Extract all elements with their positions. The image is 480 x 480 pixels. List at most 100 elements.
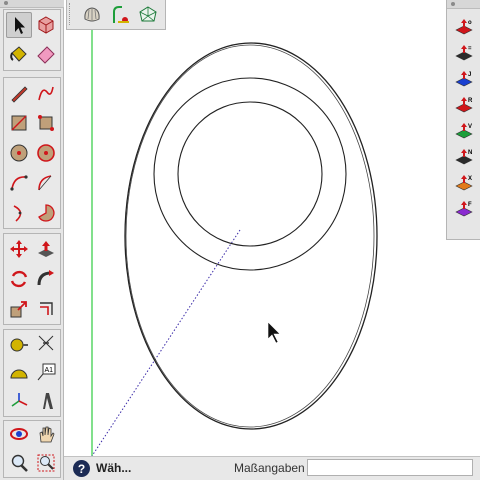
paint-bucket-button[interactable] (6, 41, 32, 67)
right-toolbar-grip[interactable] (447, 0, 480, 9)
view-n-icon: N (455, 149, 473, 165)
toolbar-grip[interactable] (69, 3, 75, 25)
left-tool-palette: A1 (0, 0, 64, 480)
view-f-icon: F (455, 201, 473, 217)
follow-me-button[interactable] (33, 266, 59, 292)
view-label: J (468, 72, 471, 78)
view-button-4[interactable]: V (451, 118, 477, 144)
zoom-window-button[interactable] (33, 450, 59, 476)
view-label: o (468, 20, 472, 26)
tape-measure-button[interactable] (6, 330, 32, 356)
tool-group-camera (3, 420, 61, 478)
push-pull-button[interactable] (33, 236, 59, 262)
arrow-cursor-icon (15, 17, 25, 34)
pie-tool-button[interactable] (33, 200, 59, 226)
offset-tool-button[interactable] (33, 296, 59, 322)
component-icon (38, 16, 54, 34)
two-point-arc-icon (38, 175, 52, 191)
measurements-input[interactable] (307, 459, 473, 476)
polygon-tool-button[interactable] (33, 140, 59, 166)
view-button-3[interactable]: R (451, 92, 477, 118)
move-tool-button[interactable] (6, 236, 32, 262)
orbit-icon (10, 428, 28, 440)
select-tool-button[interactable] (6, 12, 32, 38)
view-r-icon: R (455, 97, 473, 113)
hand-icon (39, 426, 55, 443)
tool-group-draw (3, 77, 61, 229)
follow-me-tool-button[interactable] (107, 2, 133, 28)
3d-text-button[interactable] (33, 388, 59, 414)
push-pull-icon (38, 241, 54, 257)
view-button-7[interactable]: F (451, 196, 477, 222)
view-button-0[interactable]: o (451, 14, 477, 40)
view-label: X (468, 176, 472, 182)
help-icon[interactable]: ? (73, 460, 90, 477)
middle-circle[interactable] (153, 77, 347, 271)
top-view-icon: = (455, 45, 473, 61)
circle-tool-button[interactable] (6, 140, 32, 166)
shell-tool-button[interactable] (79, 2, 105, 28)
follow-me-icon (113, 6, 129, 23)
component-options-icon: o (455, 19, 473, 35)
pencil-icon (11, 86, 28, 103)
view-label: N (468, 150, 472, 156)
model-view[interactable] (64, 0, 446, 456)
axes-icon (11, 393, 28, 407)
move-icon (10, 240, 28, 258)
component-tool-button[interactable] (33, 12, 59, 38)
view-label: V (468, 124, 472, 130)
pan-tool-button[interactable] (33, 421, 59, 447)
pie-icon (38, 204, 55, 222)
dimension-icon (38, 335, 54, 351)
two-point-arc-button[interactable] (33, 170, 59, 196)
svg-text:A1: A1 (45, 367, 54, 374)
intersect-icon (139, 6, 157, 22)
rotated-rectangle-button[interactable] (33, 110, 59, 136)
tool-group-construction: A1 (3, 329, 61, 417)
circle-icon (10, 144, 28, 162)
freehand-tool-button[interactable] (33, 80, 59, 106)
status-bar: ? Wäh... Maßangaben (64, 456, 480, 480)
view-x-icon: X (455, 175, 473, 191)
rotate-tool-button[interactable] (6, 266, 32, 292)
rectangle-icon (11, 115, 27, 131)
inner-circle[interactable] (177, 101, 323, 247)
text-tool-button[interactable]: A1 (33, 359, 59, 385)
shell-icon (84, 7, 100, 22)
zoom-tool-button[interactable] (6, 450, 32, 476)
polygon-icon (37, 144, 55, 162)
drawing-canvas[interactable] (64, 0, 446, 456)
text-label-icon: A1 (37, 363, 56, 381)
view-j-icon: J (455, 71, 473, 87)
dimension-tool-button[interactable] (33, 330, 59, 356)
mouse-cursor-icon (267, 321, 281, 344)
measurements-label: Maßangaben (234, 461, 305, 475)
view-button-5[interactable]: N (451, 144, 477, 170)
view-button-1[interactable]: = (451, 40, 477, 66)
intersect-tool-button[interactable] (135, 2, 161, 28)
view-v-icon: V (455, 123, 473, 139)
rectangle-tool-button[interactable] (6, 110, 32, 136)
view-label: R (468, 98, 473, 104)
scale-tool-button[interactable] (6, 296, 32, 322)
rotated-rectangle-icon (38, 115, 54, 131)
axes-tool-button[interactable] (6, 388, 32, 414)
view-button-2[interactable]: J (451, 66, 477, 92)
zoom-window-icon (37, 454, 55, 472)
rotate-icon (10, 270, 28, 288)
view-label: = (468, 46, 472, 52)
tape-measure-icon (10, 338, 28, 352)
line-tool-button[interactable] (6, 80, 32, 106)
eraser-tool-button[interactable] (33, 41, 59, 67)
tool-group-edit (3, 233, 61, 325)
view-button-6[interactable]: X (451, 170, 477, 196)
protractor-icon (10, 369, 28, 379)
protractor-button[interactable] (6, 359, 32, 385)
orbit-tool-button[interactable] (6, 421, 32, 447)
tool-group-select (3, 9, 61, 71)
arc-icon (10, 175, 28, 191)
palette-grip[interactable] (0, 0, 64, 8)
three-point-arc-button[interactable] (6, 200, 32, 226)
magnifier-icon (11, 454, 28, 472)
arc-tool-button[interactable] (6, 170, 32, 196)
